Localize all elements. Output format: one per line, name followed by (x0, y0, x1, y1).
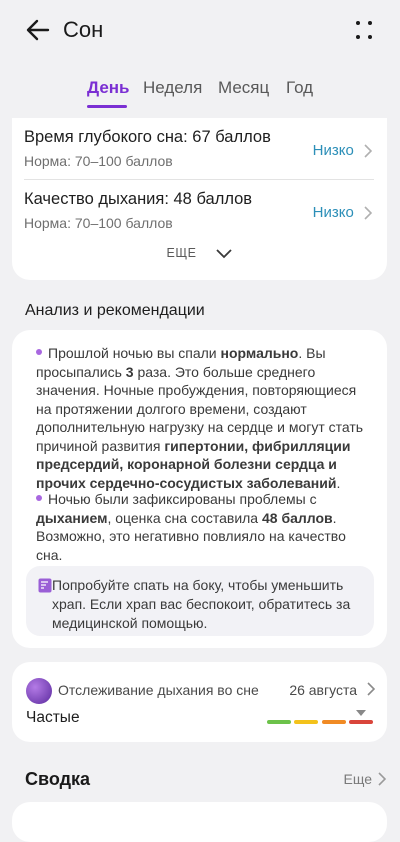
chevron-right-icon (364, 144, 372, 158)
expand-more-button[interactable]: ЕЩЕ (12, 246, 387, 260)
status-label: Низко (312, 204, 354, 221)
page-title: Сон (63, 17, 104, 42)
breath-tracking-card[interactable]: Отслеживание дыхания во сне 26 августа Ч… (12, 662, 387, 742)
app-header: Сон (0, 0, 400, 60)
scale-segment (267, 720, 291, 724)
chevron-right-icon (378, 772, 386, 786)
summary-more-link[interactable]: Еще (344, 771, 373, 787)
expand-label: ЕЩЕ (166, 246, 197, 260)
scale-marker-icon (355, 710, 366, 716)
breath-tracking-date: 26 августа (289, 682, 357, 698)
tab-day[interactable]: День (87, 78, 130, 98)
metric-status: Низко (313, 204, 372, 221)
bullet-dot (36, 495, 42, 502)
back-arrow-icon[interactable] (24, 16, 52, 44)
analysis-paragraph-sleep: Прошлой ночью вы спали нормально. Вы про… (36, 345, 364, 491)
bullet-dot (36, 349, 42, 356)
moon-icon (26, 678, 52, 704)
analysis-paragraph-breathing: Ночью были зафиксированы проблемы с дыха… (36, 491, 346, 563)
breath-tracking-label: Отслеживание дыхания во сне (58, 682, 259, 698)
chevron-right-icon (364, 206, 372, 220)
chevron-right-icon (367, 682, 375, 696)
metric-row-deep-sleep[interactable]: Время глубокого сна: 67 баллов Норма: 70… (24, 128, 374, 178)
scale-segment (321, 720, 346, 724)
divider (24, 179, 374, 180)
analysis-card: Прошлой ночью вы спали нормально. Вы про… (12, 330, 387, 648)
breathing-scale (267, 710, 373, 724)
tip-box: Попробуйте спать на боку, чтобы уменьшит… (26, 566, 374, 636)
analysis-section-title: Анализ и рекомендации (25, 302, 205, 319)
breath-tracking-value: Частые (26, 709, 80, 726)
active-tab-indicator (87, 105, 127, 108)
tab-week[interactable]: Неделя (143, 78, 202, 98)
status-label: Низко (312, 142, 354, 159)
summary-card (12, 802, 387, 842)
scale-segment (348, 720, 373, 724)
period-tabs: День Неделя Месяц Год (0, 72, 400, 112)
tip-text: Попробуйте спать на боку, чтобы уменьшит… (52, 577, 351, 631)
more-options-icon[interactable] (352, 18, 376, 42)
tab-year[interactable]: Год (286, 78, 313, 98)
metric-status: Низко (313, 142, 372, 159)
chevron-down-icon (216, 249, 233, 258)
metrics-card: Время глубокого сна: 67 баллов Норма: 70… (12, 118, 387, 280)
metric-row-breathing-quality[interactable]: Качество дыхания: 48 баллов Норма: 70–10… (24, 190, 374, 240)
note-icon (38, 578, 52, 593)
tab-month[interactable]: Месяц (218, 78, 269, 98)
summary-title: Сводка (25, 769, 91, 789)
scale-segment (294, 720, 319, 724)
